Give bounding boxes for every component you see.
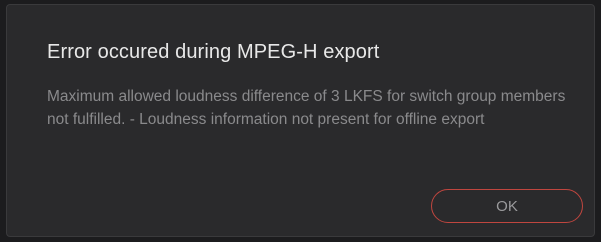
dialog-message: Maximum allowed loudness difference of 3… xyxy=(47,88,566,128)
ok-button[interactable]: OK xyxy=(431,189,583,223)
error-dialog: Error occured during MPEG-H export Maxim… xyxy=(6,4,595,237)
dialog-title: Error occured during MPEG-H export xyxy=(47,41,380,63)
